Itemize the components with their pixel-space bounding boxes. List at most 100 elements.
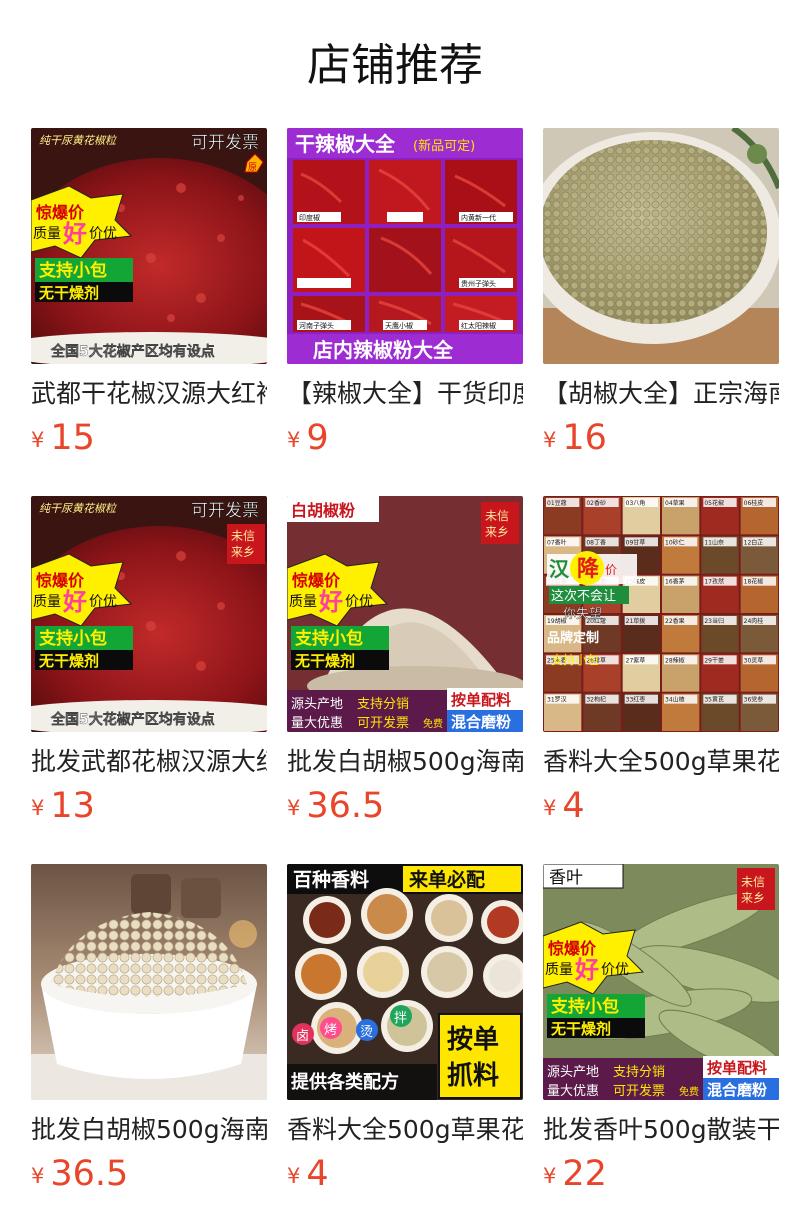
image-tagline: 纯干尿黄花椒粒	[39, 502, 118, 515]
grid-label: 内黄新一代	[461, 213, 496, 222]
promo-quality: 质量	[289, 594, 317, 610]
product-card[interactable]: 白胡椒粉 未信 来乡 惊爆价 质量 好 价优 支持小包 无干燥剂 源头产地 支持…	[287, 496, 523, 826]
price-value: 36.5	[50, 1154, 129, 1194]
grid-label: 天鹰小椒	[385, 321, 413, 330]
product-name[interactable]: 批发白胡椒500g海南白胡椒	[287, 744, 523, 780]
product-price: ¥36.5	[31, 1154, 128, 1194]
spice-tile-label: 01豆蔻	[547, 499, 567, 507]
promo-small: 价	[605, 563, 617, 577]
product-card[interactable]: 纯干尿黄花椒粒 可开发票 原 惊爆价 质量 好 价优 支持小包 无干燥剂 全国5…	[31, 128, 267, 458]
promo-line-1: 支持小包	[551, 996, 619, 1017]
product-price: ¥22	[543, 1154, 607, 1194]
product-price: ¥4	[287, 1154, 329, 1194]
seal-text: 未信	[485, 509, 509, 523]
spice-tile-label: 04草果	[665, 499, 685, 507]
spice-tile-label: 08丁香	[586, 538, 606, 546]
image-footer: 全国5大花椒产区均有设点	[50, 711, 215, 728]
product-name[interactable]: 武都干花椒汉源大红袍	[31, 376, 267, 412]
promo-line: 支持小包	[551, 652, 599, 667]
product-name[interactable]: 香料大全500g草果花椒八角	[543, 744, 779, 780]
promo-good: 好	[62, 220, 87, 248]
spice-tile-label: 03八角	[626, 499, 646, 507]
grid-label: 印度椒	[299, 213, 320, 222]
promo-line-2: 无干燥剂	[38, 284, 99, 302]
promo-big: 降	[577, 557, 600, 582]
spice-tile-label: 27紫草	[626, 656, 646, 664]
product-card[interactable]: 干辣椒大全 (新品可定) 印度椒 内黄新一代 贵州子弹头 河南子弹头 天鹰小椒 …	[287, 128, 523, 458]
promo-quality: 质量	[33, 226, 61, 242]
product-card[interactable]: 【胡椒大全】正宗海南白胡椒 ¥16	[543, 128, 779, 458]
product-name[interactable]: 【辣椒大全】干货印度椒	[287, 376, 523, 412]
promo-value: 价优	[89, 226, 117, 242]
promo-line: 品牌定制	[547, 630, 599, 646]
invoice-label: 可开发票	[191, 133, 259, 153]
promo-line-2: 无干燥剂	[294, 652, 355, 670]
image-corner-label: 香叶	[549, 868, 583, 888]
price-value: 16	[562, 418, 607, 458]
product-image[interactable]: 纯干尿黄花椒粒 可开发票 未信 来乡 惊爆价 质量 好 价优 支持小包 无干燥剂…	[31, 496, 267, 732]
spice-tile-label: 23当归	[704, 617, 724, 625]
product-image[interactable]: 01豆蔻 02香砂 03八角 04草果 05花椒 06桂皮 07香叶 08丁香 09甘草 10砂仁…	[543, 496, 779, 732]
spice-tile-label: 31罗汉	[547, 696, 567, 704]
promo-line-2: 无干燥剂	[38, 652, 99, 670]
product-card[interactable]: 香叶 未信 来乡 惊爆价 质量 好 价优 支持小包 无干燥剂 源头产地 支持分销	[543, 864, 779, 1194]
product-card[interactable]: 百种香料 来单必配 卤 烤 烫 拌 提供各类配方 按单 抓料 香料大全500g草…	[287, 864, 523, 1194]
grid-label: 贵州子弹头	[461, 279, 496, 288]
promo-good: 好	[62, 588, 87, 616]
grid-label: 红太阳辣椒	[461, 321, 496, 330]
image-tagline: 纯干尿黄花椒粒	[39, 134, 118, 147]
product-name[interactable]: 批发武都花椒汉源大红袍	[31, 744, 267, 780]
currency-symbol: ¥	[287, 796, 301, 820]
product-name[interactable]: 【胡椒大全】正宗海南白胡椒	[543, 376, 779, 412]
panel-text: 按单	[447, 1024, 499, 1055]
image-footer: 店内辣椒粉大全	[313, 338, 454, 362]
currency-symbol: ¥	[543, 796, 557, 820]
image-subtitle: (新品可定)	[413, 138, 475, 154]
promo-lead: 汉	[549, 557, 570, 581]
product-image[interactable]	[543, 128, 779, 364]
image-corner-label: 白胡椒粉	[291, 501, 355, 520]
product-card[interactable]: 批发白胡椒500g海南白胡椒 ¥36.5	[31, 864, 267, 1194]
footer-tag: 源头产地	[547, 1065, 599, 1080]
promo-quality: 质量	[545, 962, 573, 978]
spice-tile-label: 10砂仁	[665, 538, 685, 546]
product-image[interactable]: 白胡椒粉 未信 来乡 惊爆价 质量 好 价优 支持小包 无干燥剂 源头产地 支持…	[287, 496, 523, 732]
image-title: 来单必配	[409, 868, 485, 891]
spice-tile-label: 16香茅	[665, 578, 685, 586]
cooking-tag: 烫	[360, 1025, 373, 1040]
product-image[interactable]	[31, 864, 267, 1100]
product-image[interactable]: 香叶 未信 来乡 惊爆价 质量 好 价优 支持小包 无干燥剂 源头产地 支持分销	[543, 864, 779, 1100]
spice-tile-label: 12白芷	[744, 538, 764, 546]
currency-symbol: ¥	[543, 428, 557, 452]
product-image[interactable]: 百种香料 来单必配 卤 烤 烫 拌 提供各类配方 按单 抓料	[287, 864, 523, 1100]
promo-line-1: 支持小包	[39, 260, 107, 281]
footer-tag: 混合磨粉	[451, 713, 511, 731]
spice-tile-label: 32枸杞	[586, 696, 606, 704]
spice-tile-label: 29干姜	[704, 656, 724, 664]
footer-tag: 混合磨粉	[707, 1081, 767, 1099]
cooking-tag: 烤	[324, 1023, 337, 1038]
spice-tile-label: 34山楂	[665, 696, 685, 704]
spice-tile-label: 35黄芪	[704, 696, 724, 704]
footer-tag: 按单配料	[451, 691, 511, 709]
product-card[interactable]: 纯干尿黄花椒粒 可开发票 未信 来乡 惊爆价 质量 好 价优 支持小包 无干燥剂…	[31, 496, 267, 826]
footer-tag: 支持分销	[357, 697, 409, 712]
footer-tag: 免费	[679, 1085, 699, 1098]
product-name[interactable]: 香料大全500g草果花椒八角	[287, 1112, 523, 1148]
section-title: 店铺推荐	[307, 40, 483, 91]
product-card[interactable]: 01豆蔻 02香砂 03八角 04草果 05花椒 06桂皮 07香叶 08丁香 09甘草 10砂仁…	[543, 496, 779, 826]
product-price: ¥4	[543, 786, 585, 826]
promo-value: 价优	[601, 962, 629, 978]
cooking-tag: 卤	[296, 1028, 309, 1044]
product-image[interactable]: 干辣椒大全 (新品可定) 印度椒 内黄新一代 贵州子弹头 河南子弹头 天鹰小椒 …	[287, 128, 523, 364]
product-image[interactable]: 纯干尿黄花椒粒 可开发票 原 惊爆价 质量 好 价优 支持小包 无干燥剂 全国5…	[31, 128, 267, 364]
spice-tile-label: 28辣椒	[665, 656, 685, 664]
price-value: 36.5	[306, 786, 385, 826]
product-name[interactable]: 批发白胡椒500g海南白胡椒	[31, 1112, 267, 1148]
seal-text: 未信	[741, 875, 765, 889]
price-value: 9	[306, 418, 329, 458]
grid-label: 河南子弹头	[299, 321, 334, 330]
product-name[interactable]: 批发香叶500g散装干香叶	[543, 1112, 779, 1148]
product-price: ¥15	[31, 418, 95, 458]
price-value: 4	[306, 1154, 329, 1194]
